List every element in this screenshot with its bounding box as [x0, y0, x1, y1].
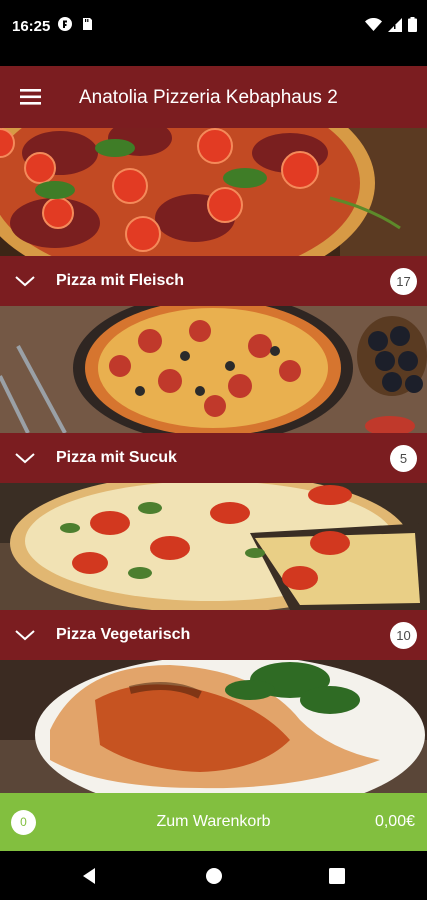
- category-header-pizza-vegetarisch[interactable]: Pizza Vegetarisch 10: [0, 610, 427, 660]
- status-left-icons: [58, 17, 94, 31]
- category-count-badge: 10: [390, 622, 417, 649]
- sd-card-icon: [83, 18, 92, 30]
- hamburger-menu-icon[interactable]: [12, 81, 48, 113]
- app-screen: 16:25 Anatolia Pizzeria Kebaphaus 2 Pizz…: [0, 0, 427, 900]
- category-header-pizza-mit-fleisch[interactable]: Pizza mit Fleisch 17: [0, 256, 427, 306]
- calzone-photo[interactable]: [0, 660, 427, 796]
- cart-total: 0,00€: [374, 813, 415, 830]
- category-count-badge: 5: [390, 445, 417, 472]
- status-bar: 16:25: [0, 0, 427, 66]
- cart-label: Zum Warenkorb: [156, 813, 271, 830]
- sucuk-pizza-photo[interactable]: [0, 306, 427, 433]
- home-icon[interactable]: [203, 865, 225, 887]
- chevron-down-icon: [15, 453, 35, 464]
- category-list[interactable]: Pizza mit Fleisch 17 Pizza mit Sucuk 5 P…: [0, 128, 427, 796]
- media-app-icon: [58, 17, 72, 31]
- salami-pizza-photo[interactable]: [0, 128, 427, 256]
- category-count-badge: 17: [390, 268, 417, 295]
- app-bar: Anatolia Pizzeria Kebaphaus 2: [0, 66, 427, 128]
- back-icon[interactable]: [79, 865, 101, 887]
- recents-icon[interactable]: [326, 865, 348, 887]
- system-nav-bar: [0, 851, 427, 900]
- category-label: Pizza Vegetarisch: [56, 626, 191, 643]
- status-time: 16:25: [12, 18, 51, 35]
- category-label: Pizza mit Sucuk: [56, 449, 177, 466]
- wifi-icon: [365, 17, 382, 31]
- app-title: Anatolia Pizzeria Kebaphaus 2: [79, 87, 338, 108]
- category-header-pizza-mit-sucuk[interactable]: Pizza mit Sucuk 5: [0, 433, 427, 483]
- cart-bar[interactable]: 0 Zum Warenkorb 0,00€: [0, 793, 427, 851]
- category-label: Pizza mit Fleisch: [56, 272, 185, 289]
- signal-icon: [388, 17, 402, 32]
- battery-icon: [408, 17, 417, 32]
- chevron-down-icon: [15, 276, 35, 287]
- chevron-down-icon: [15, 630, 35, 641]
- vegetarian-pizza-photo[interactable]: [0, 483, 427, 610]
- status-right-icons: [365, 17, 417, 32]
